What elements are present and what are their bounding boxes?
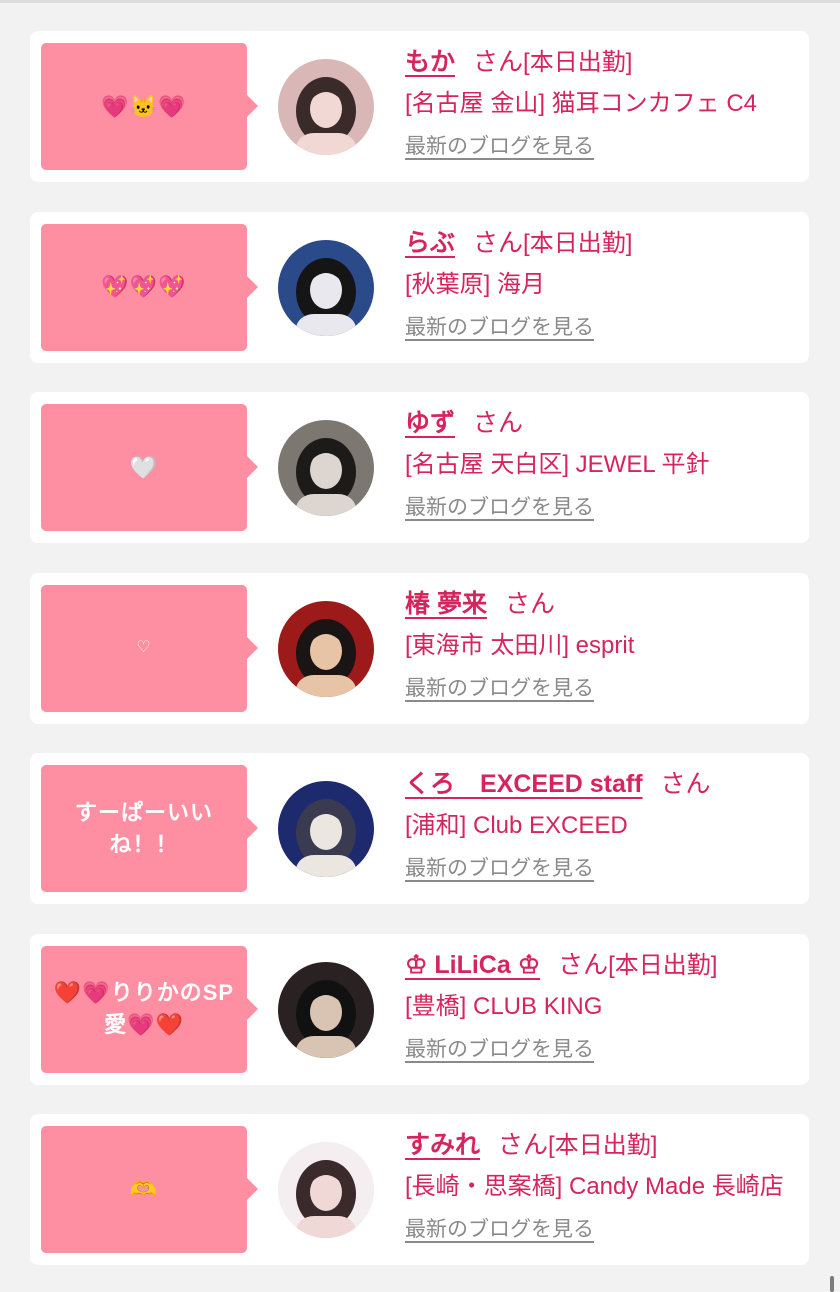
cast-name-link[interactable]: すみれ [405,1131,480,1159]
status-tag: [本日出勤] [548,1132,658,1159]
bubble-message: ♡ [136,639,152,656]
cast-name-link[interactable]: ゆず [405,409,455,437]
avatar[interactable] [278,781,374,877]
list-item: 💗🐱💗 もか さん[本日出勤] [名古屋 金山] 猫耳コンカフェ C4 最新のブロ… [30,31,809,182]
cast-header: くろ EXCEED staff さん [405,765,799,804]
shop-name: [浦和] Club EXCEED [405,812,628,839]
honorific: さん [504,589,555,618]
cast-info: らぶ さん[本日出勤] [秋葉原] 海月 最新のブログを見る [405,224,799,343]
message-bubble: すーぱーいい ね！！ [41,765,258,892]
status-tag: [本日出勤] [608,951,718,979]
latest-blog-link[interactable]: 最新のブログを見る [405,1215,594,1245]
honorific: さん [660,770,711,798]
shop-name: [東海市 太田川] esprit [405,631,635,659]
cast-info: ゆず さん [名古屋 天白区] JEWEL 平針 最新のブログを見る [405,404,799,523]
cast-name-link[interactable]: もか [405,48,455,76]
cast-name-link[interactable]: くろ EXCEED staff [405,770,643,798]
avatar-image [278,59,374,155]
cast-header: らぶ さん[本日出勤] [405,224,799,263]
avatar[interactable] [278,961,374,1058]
bubble-message: ❤️💗りりかのSP 愛💗❤️ [53,980,235,1037]
bubble-message: 🫶 [129,1176,159,1202]
latest-blog-link[interactable]: 最新のブログを見る [405,132,594,162]
list-item: 🤍 ゆず さん [名古屋 天白区] JEWEL 平針 最新のブログを見る [30,392,809,543]
list-item: すーぱーいい ね！！ くろ EXCEED staff さん [浦和] Club E… [30,753,809,904]
latest-blog-link[interactable]: 最新のブログを見る [405,493,594,523]
message-bubble: 🤍 [41,404,258,531]
avatar[interactable] [278,59,374,155]
cast-info: ♔ LiLiCa ♔ さん[本日出勤] [豊橋] CLUB KING 最新のブログ… [405,946,799,1065]
avatar-image [278,420,374,516]
honorific: さん [473,409,524,437]
avatar-image [278,600,374,697]
message-bubble: 🫶 [41,1126,258,1253]
message-bubble: 💗🐱💗 [41,43,258,170]
list-item: ♡ 椿 夢来 さん [東海市 太田川] esprit 最新のブログを見る [30,572,809,724]
shop-name: [秋葉原] 海月 [405,270,546,298]
bubble-message: 💗🐱💗 [101,93,187,119]
latest-blog-link[interactable]: 最新のブログを見る [405,313,594,343]
avatar-image [278,781,374,877]
message-bubble: ❤️💗りりかのSP 愛💗❤️ [41,945,258,1073]
avatar[interactable] [278,239,374,336]
cast-info: すみれ さん[本日出勤] [長崎・思案橋] Candy Made 長崎店 最新のブ… [405,1126,799,1245]
shop-name: [名古屋 金山] 猫耳コンカフェ C4 [405,90,758,117]
latest-blog-link[interactable]: 最新のブログを見る [405,674,594,704]
list-item: 🫶 すみれ さん[本日出勤] [長崎・思案橋] Candy Made 長崎店 最新… [30,1114,809,1265]
shop-name: [名古屋 天白区] JEWEL 平針 [405,451,710,478]
cast-info: 椿 夢来 さん [東海市 太田川] esprit 最新のブログを見る [405,585,799,704]
status-tag: [本日出勤] [523,229,633,257]
honorific: さん [473,228,524,257]
cast-header: すみれ さん[本日出勤] [405,1126,799,1165]
shop-name: [豊橋] CLUB KING [405,992,603,1020]
avatar[interactable] [278,420,374,516]
avatar-image [278,239,374,336]
cast-header: ゆず さん [405,404,799,443]
message-bubble: ♡ [41,584,258,712]
bubble-message: すーぱーいい ね！！ [74,799,213,857]
top-divider [0,0,840,3]
avatar[interactable] [278,600,374,697]
blog-like-list: 💗🐱💗 もか さん[本日出勤] [名古屋 金山] 猫耳コンカフェ C4 最新のブロ… [30,31,809,1292]
cast-header: もか さん[本日出勤] [405,43,799,82]
cast-header: ♔ LiLiCa ♔ さん[本日出勤] [405,946,799,985]
cast-info: もか さん[本日出勤] [名古屋 金山] 猫耳コンカフェ C4 最新のブログを見る [405,43,799,162]
list-item: 💖💖💖 らぶ さん[本日出勤] [秋葉原] 海月 最新のブログを見る [30,211,809,363]
bubble-message: 💖💖💖 [101,274,187,299]
honorific: さん [498,1131,549,1159]
avatar-image [278,1142,374,1238]
cast-name-link[interactable]: らぶ [405,229,455,257]
cast-name-link[interactable]: 椿 夢来 [405,590,487,618]
honorific: さん [558,950,609,979]
latest-blog-link[interactable]: 最新のブログを見る [405,854,594,884]
scrollbar[interactable] [830,1276,834,1292]
list-item: ❤️💗りりかのSP 愛💗❤️ ♔ LiLiCa ♔ さん[本日出勤] [豊橋] C… [30,933,809,1085]
message-bubble: 💖💖💖 [41,223,258,351]
avatar-image [278,961,374,1058]
bubble-message: 🤍 [129,454,159,480]
shop-name: [長崎・思案橋] Candy Made 長崎店 [405,1173,784,1200]
cast-name-link[interactable]: ♔ LiLiCa ♔ [405,951,540,979]
honorific: さん [473,48,524,76]
avatar[interactable] [278,1142,374,1238]
latest-blog-link[interactable]: 最新のブログを見る [405,1035,594,1065]
cast-info: くろ EXCEED staff さん [浦和] Club EXCEED 最新のブロ… [405,765,799,884]
status-tag: [本日出勤] [523,49,633,76]
cast-header: 椿 夢来 さん [405,585,799,624]
